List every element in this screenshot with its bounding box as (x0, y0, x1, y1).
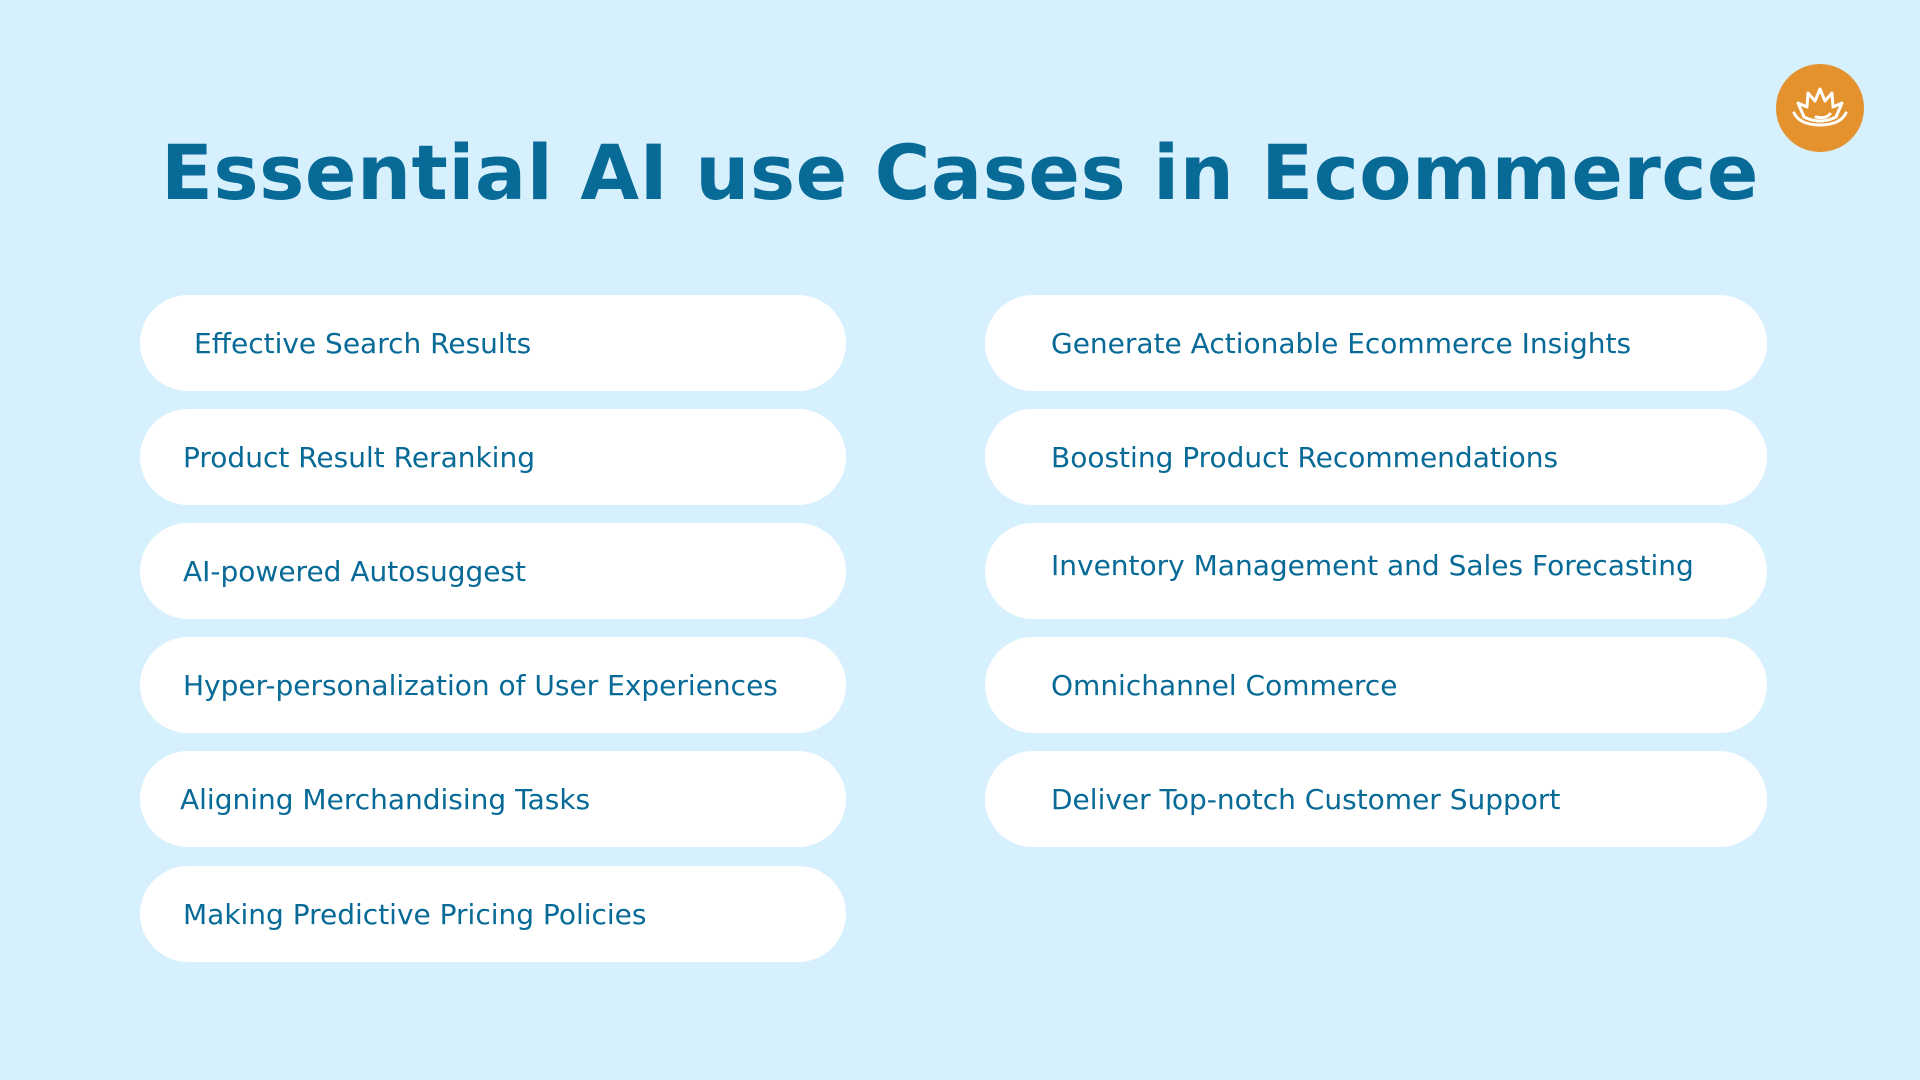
use-case-item: Product Result Reranking (140, 409, 846, 505)
use-case-label: Deliver Top-notch Customer Support (1051, 782, 1561, 816)
use-case-label: Product Result Reranking (183, 440, 535, 474)
use-case-label: Aligning Merchandising Tasks (180, 782, 591, 816)
use-case-item: Deliver Top-notch Customer Support (985, 751, 1767, 847)
use-case-label: Omnichannel Commerce (1051, 668, 1398, 702)
use-case-label: Boosting Product Recommendations (1051, 440, 1559, 474)
brand-logo (1776, 64, 1864, 152)
use-case-label: AI-powered Autosuggest (183, 554, 527, 588)
page-title: Essential AI use Cases in Ecommerce (161, 128, 1759, 217)
use-case-item: Making Predictive Pricing Policies (140, 866, 846, 962)
use-case-item: AI-powered Autosuggest (140, 523, 846, 619)
use-case-label: Making Predictive Pricing Policies (183, 897, 647, 931)
use-case-label: Inventory Management and Sales Forecasti… (1051, 548, 1694, 582)
use-case-label: Effective Search Results (194, 326, 532, 360)
use-case-item: Generate Actionable Ecommerce Insights (985, 295, 1767, 391)
use-case-item: Aligning Merchandising Tasks (140, 751, 846, 847)
use-case-item: Boosting Product Recommendations (985, 409, 1767, 505)
use-case-item: Inventory Management and Sales Forecasti… (985, 523, 1767, 619)
lotus-icon (1792, 87, 1848, 127)
use-case-item: Hyper-personalization of User Experience… (140, 637, 846, 733)
use-case-label: Hyper-personalization of User Experience… (183, 668, 778, 702)
use-case-item: Omnichannel Commerce (985, 637, 1767, 733)
use-case-label: Generate Actionable Ecommerce Insights (1051, 326, 1632, 360)
use-case-item: Effective Search Results (140, 295, 846, 391)
